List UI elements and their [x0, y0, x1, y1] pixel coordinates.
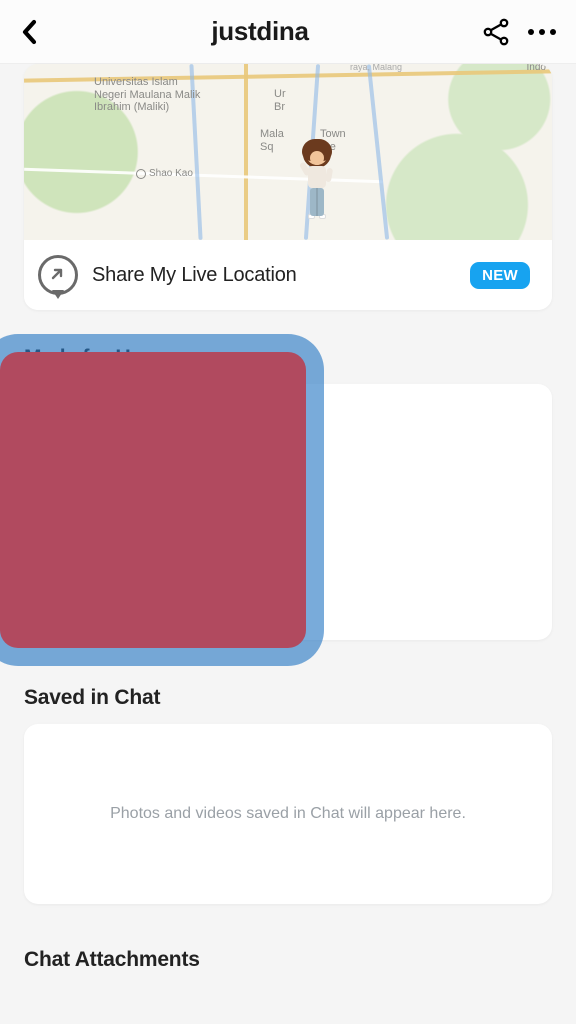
saved-in-chat-card[interactable]: Photos and videos saved in Chat will app…	[24, 724, 552, 904]
share-location-label: Share My Live Location	[92, 264, 456, 287]
section-title-attachments: Chat Attachments	[24, 948, 552, 972]
more-button[interactable]	[528, 29, 556, 35]
bitmoji-avatar[interactable]	[289, 140, 345, 219]
page-title: justdina	[60, 16, 460, 47]
header-actions	[460, 18, 556, 46]
map-label-brawijaya: UrBr	[274, 88, 286, 113]
map-label-indo: Indo	[527, 64, 546, 74]
map-area[interactable]: Universitas IslamNegeri Maulana MalikIbr…	[24, 64, 552, 240]
share-location-row[interactable]: Share My Live Location NEW	[24, 240, 552, 310]
header: justdina	[0, 0, 576, 64]
highlight-overlay	[0, 352, 306, 648]
arrow-up-right-icon	[50, 267, 64, 281]
chevron-left-icon	[20, 18, 40, 46]
ellipsis-icon	[528, 29, 534, 35]
share-icon	[482, 18, 510, 46]
new-badge: NEW	[470, 262, 530, 289]
map-card: Universitas IslamNegeri Maulana MalikIbr…	[24, 64, 552, 310]
back-button[interactable]	[20, 18, 60, 46]
map-poi-shaokao: Shao Kao	[136, 168, 193, 179]
restaurant-icon	[136, 169, 146, 179]
map-label-townsquare: MalaSq	[260, 128, 284, 153]
saved-empty-message: Photos and videos saved in Chat will app…	[110, 805, 466, 823]
made-for-us-section	[0, 384, 576, 640]
map-label-university: Universitas IslamNegeri Maulana MalikIbr…	[94, 76, 200, 114]
section-title-saved: Saved in Chat	[24, 686, 552, 710]
location-pin-icon	[38, 255, 78, 295]
share-button[interactable]	[482, 18, 510, 46]
